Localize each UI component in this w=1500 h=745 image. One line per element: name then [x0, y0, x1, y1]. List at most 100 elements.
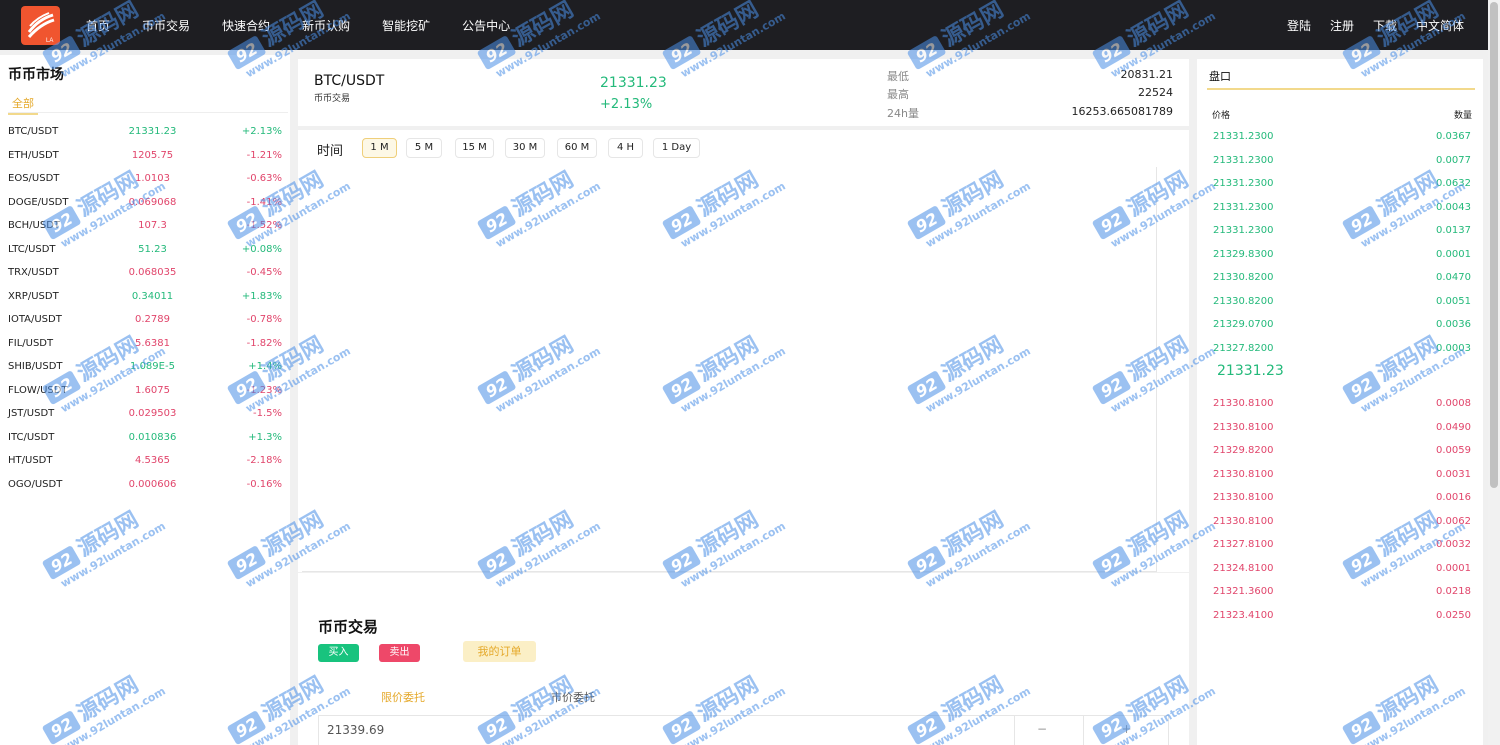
ask-row[interactable]: 21330.8200 0.0470: [1197, 266, 1483, 290]
nav-new-coin-subscription[interactable]: 新币认购: [302, 17, 350, 34]
top-navbar: LA 首页 币币交易 快速合约 新币认购 智能挖矿 公告中心 登陆 注册 下载 …: [0, 0, 1488, 50]
timeframe-60m[interactable]: 60 M: [557, 138, 597, 158]
market-row[interactable]: FIL/USDT 5.6381 -1.82%: [0, 332, 290, 356]
user-nav: 登陆 注册 下载 中文简体: [1268, 0, 1464, 50]
market-title: 币币市场: [8, 67, 64, 83]
market-change: -0.16%: [246, 478, 282, 490]
tab-all[interactable]: 全部: [8, 93, 38, 115]
market-change: -1.41%: [246, 196, 282, 208]
download-link[interactable]: 下载: [1373, 17, 1397, 34]
book-price: 21330.8100: [1213, 398, 1274, 409]
ask-row[interactable]: 21331.2300 0.0632: [1197, 172, 1483, 196]
pair-name: BTC/USDT: [314, 73, 385, 89]
language-selector[interactable]: 中文简体: [1416, 17, 1464, 34]
price-change: +2.13%: [600, 97, 653, 112]
ask-row[interactable]: 21329.8300 0.0001: [1197, 243, 1483, 267]
svg-text:LA: LA: [46, 38, 53, 44]
market-row[interactable]: JST/USDT 0.029503 -1.5%: [0, 402, 290, 426]
ask-row[interactable]: 21331.2300 0.0043: [1197, 196, 1483, 220]
bid-row[interactable]: 21327.8100 0.0032: [1197, 533, 1483, 557]
bid-row[interactable]: 21330.8100 0.0016: [1197, 486, 1483, 510]
ask-row[interactable]: 21329.0700 0.0036: [1197, 313, 1483, 337]
market-symbol: DOGE/USDT: [8, 196, 69, 208]
ask-row[interactable]: 21331.2300 0.0077: [1197, 149, 1483, 173]
ask-row[interactable]: 21331.2300 0.0367: [1197, 125, 1483, 149]
ask-row[interactable]: 21327.8200 0.0003: [1197, 337, 1483, 361]
book-price: 21331.2300: [1213, 201, 1274, 213]
market-row[interactable]: IOTA/USDT 0.2789 -0.78%: [0, 308, 290, 332]
market-change: +1.4%: [248, 361, 282, 372]
market-price: 0.068035: [128, 267, 177, 278]
market-symbol: HT/USDT: [8, 455, 53, 466]
bid-row[interactable]: 21330.8100 0.0008: [1197, 392, 1483, 416]
market-symbol: OGO/USDT: [8, 478, 63, 490]
book-qty: 0.0016: [1436, 492, 1471, 503]
timeframe-1day[interactable]: 1 Day: [653, 138, 700, 158]
bid-row[interactable]: 21330.8100 0.0490: [1197, 416, 1483, 440]
kline-chart-canvas[interactable]: [302, 167, 1157, 572]
market-change: -0.78%: [246, 314, 282, 325]
book-qty: 0.0003: [1436, 342, 1471, 354]
sell-button[interactable]: 卖出: [379, 644, 420, 662]
market-row[interactable]: BTC/USDT 21331.23 +2.13%: [0, 120, 290, 144]
market-row[interactable]: LTC/USDT 51.23 +0.08%: [0, 238, 290, 262]
tab-limit-order[interactable]: 限价委托: [381, 689, 425, 705]
market-row[interactable]: BCH/USDT 107.3 -1.52%: [0, 214, 290, 238]
market-row[interactable]: HT/USDT 4.5365 -2.18%: [0, 449, 290, 473]
book-qty: 0.0077: [1436, 154, 1471, 166]
nav-quick-contract[interactable]: 快速合约: [222, 17, 270, 34]
nav-smart-mining[interactable]: 智能挖矿: [382, 17, 430, 34]
tab-market-order[interactable]: 市价委托: [551, 689, 595, 705]
market-price: 107.3: [138, 220, 167, 231]
book-price: 21324.8100: [1213, 562, 1274, 574]
market-row[interactable]: SHIB/USDT 1.089E-5 +1.4%: [0, 355, 290, 379]
buy-button[interactable]: 买入: [318, 644, 359, 662]
book-qty: 0.0031: [1436, 468, 1471, 480]
ask-row[interactable]: 21331.2300 0.0137: [1197, 219, 1483, 243]
time-label: 时间: [317, 144, 344, 159]
bid-row[interactable]: 21330.8100 0.0062: [1197, 510, 1483, 534]
market-price: 1.089E-5: [130, 361, 175, 372]
market-row[interactable]: ITC/USDT 0.010836 +1.3%: [0, 426, 290, 450]
register-link[interactable]: 注册: [1330, 17, 1354, 34]
bid-row[interactable]: 21323.4100 0.0250: [1197, 604, 1483, 628]
market-list: BTC/USDT 21331.23 +2.13% ETH/USDT 1205.75 -1.…: [0, 120, 290, 496]
price-increment-button[interactable]: +: [1083, 715, 1169, 745]
price-decrement-button[interactable]: −: [1014, 715, 1069, 745]
timeframe-4h[interactable]: 4 H: [608, 138, 643, 158]
timeframe-15m[interactable]: 15 M: [455, 138, 494, 158]
nav-spot-trading[interactable]: 币币交易: [142, 17, 190, 34]
page-scrollbar[interactable]: [1488, 0, 1500, 745]
book-qty: 0.0218: [1436, 586, 1471, 597]
market-row[interactable]: TRX/USDT 0.068035 -0.45%: [0, 261, 290, 285]
timeframe-5m[interactable]: 5 M: [406, 138, 442, 158]
bid-row[interactable]: 21329.8200 0.0059: [1197, 439, 1483, 463]
market-row[interactable]: FLOW/USDT 1.6075 -1.23%: [0, 379, 290, 403]
timeframe-1m[interactable]: 1 M: [362, 138, 397, 158]
bid-row[interactable]: 21330.8100 0.0031: [1197, 463, 1483, 487]
market-row[interactable]: ETH/USDT 1205.75 -1.21%: [0, 144, 290, 168]
nav-announcements[interactable]: 公告中心: [462, 17, 510, 34]
market-change: -1.52%: [246, 220, 282, 231]
market-row[interactable]: EOS/USDT 1.0103 -0.63%: [0, 167, 290, 191]
bid-row[interactable]: 21321.3600 0.0218: [1197, 580, 1483, 604]
market-change: -2.18%: [246, 455, 282, 466]
market-symbol: FLOW/USDT: [8, 384, 68, 396]
col-qty-label: 数量: [1453, 111, 1472, 121]
timeframe-30m[interactable]: 30 M: [505, 138, 545, 158]
ask-row[interactable]: 21330.8200 0.0051: [1197, 290, 1483, 314]
scrollbar-thumb[interactable]: [1490, 2, 1498, 488]
my-orders-button[interactable]: 我的订单: [463, 641, 536, 662]
nav-home[interactable]: 首页: [86, 17, 110, 34]
market-symbol: SHIB/USDT: [8, 361, 63, 372]
market-row[interactable]: DOGE/USDT 0.069068 -1.41%: [0, 191, 290, 215]
logo-icon[interactable]: LA: [21, 6, 60, 45]
book-qty: 0.0043: [1436, 201, 1471, 213]
market-row[interactable]: XRP/USDT 0.34011 +1.83%: [0, 285, 290, 309]
market-price: 0.029503: [128, 408, 177, 419]
market-change: -1.23%: [246, 384, 282, 396]
bid-row[interactable]: 21324.8100 0.0001: [1197, 557, 1483, 581]
login-link[interactable]: 登陆: [1287, 17, 1311, 34]
market-row[interactable]: OGO/USDT 0.000606 -0.16%: [0, 473, 290, 497]
market-price: 21331.23: [128, 126, 177, 137]
